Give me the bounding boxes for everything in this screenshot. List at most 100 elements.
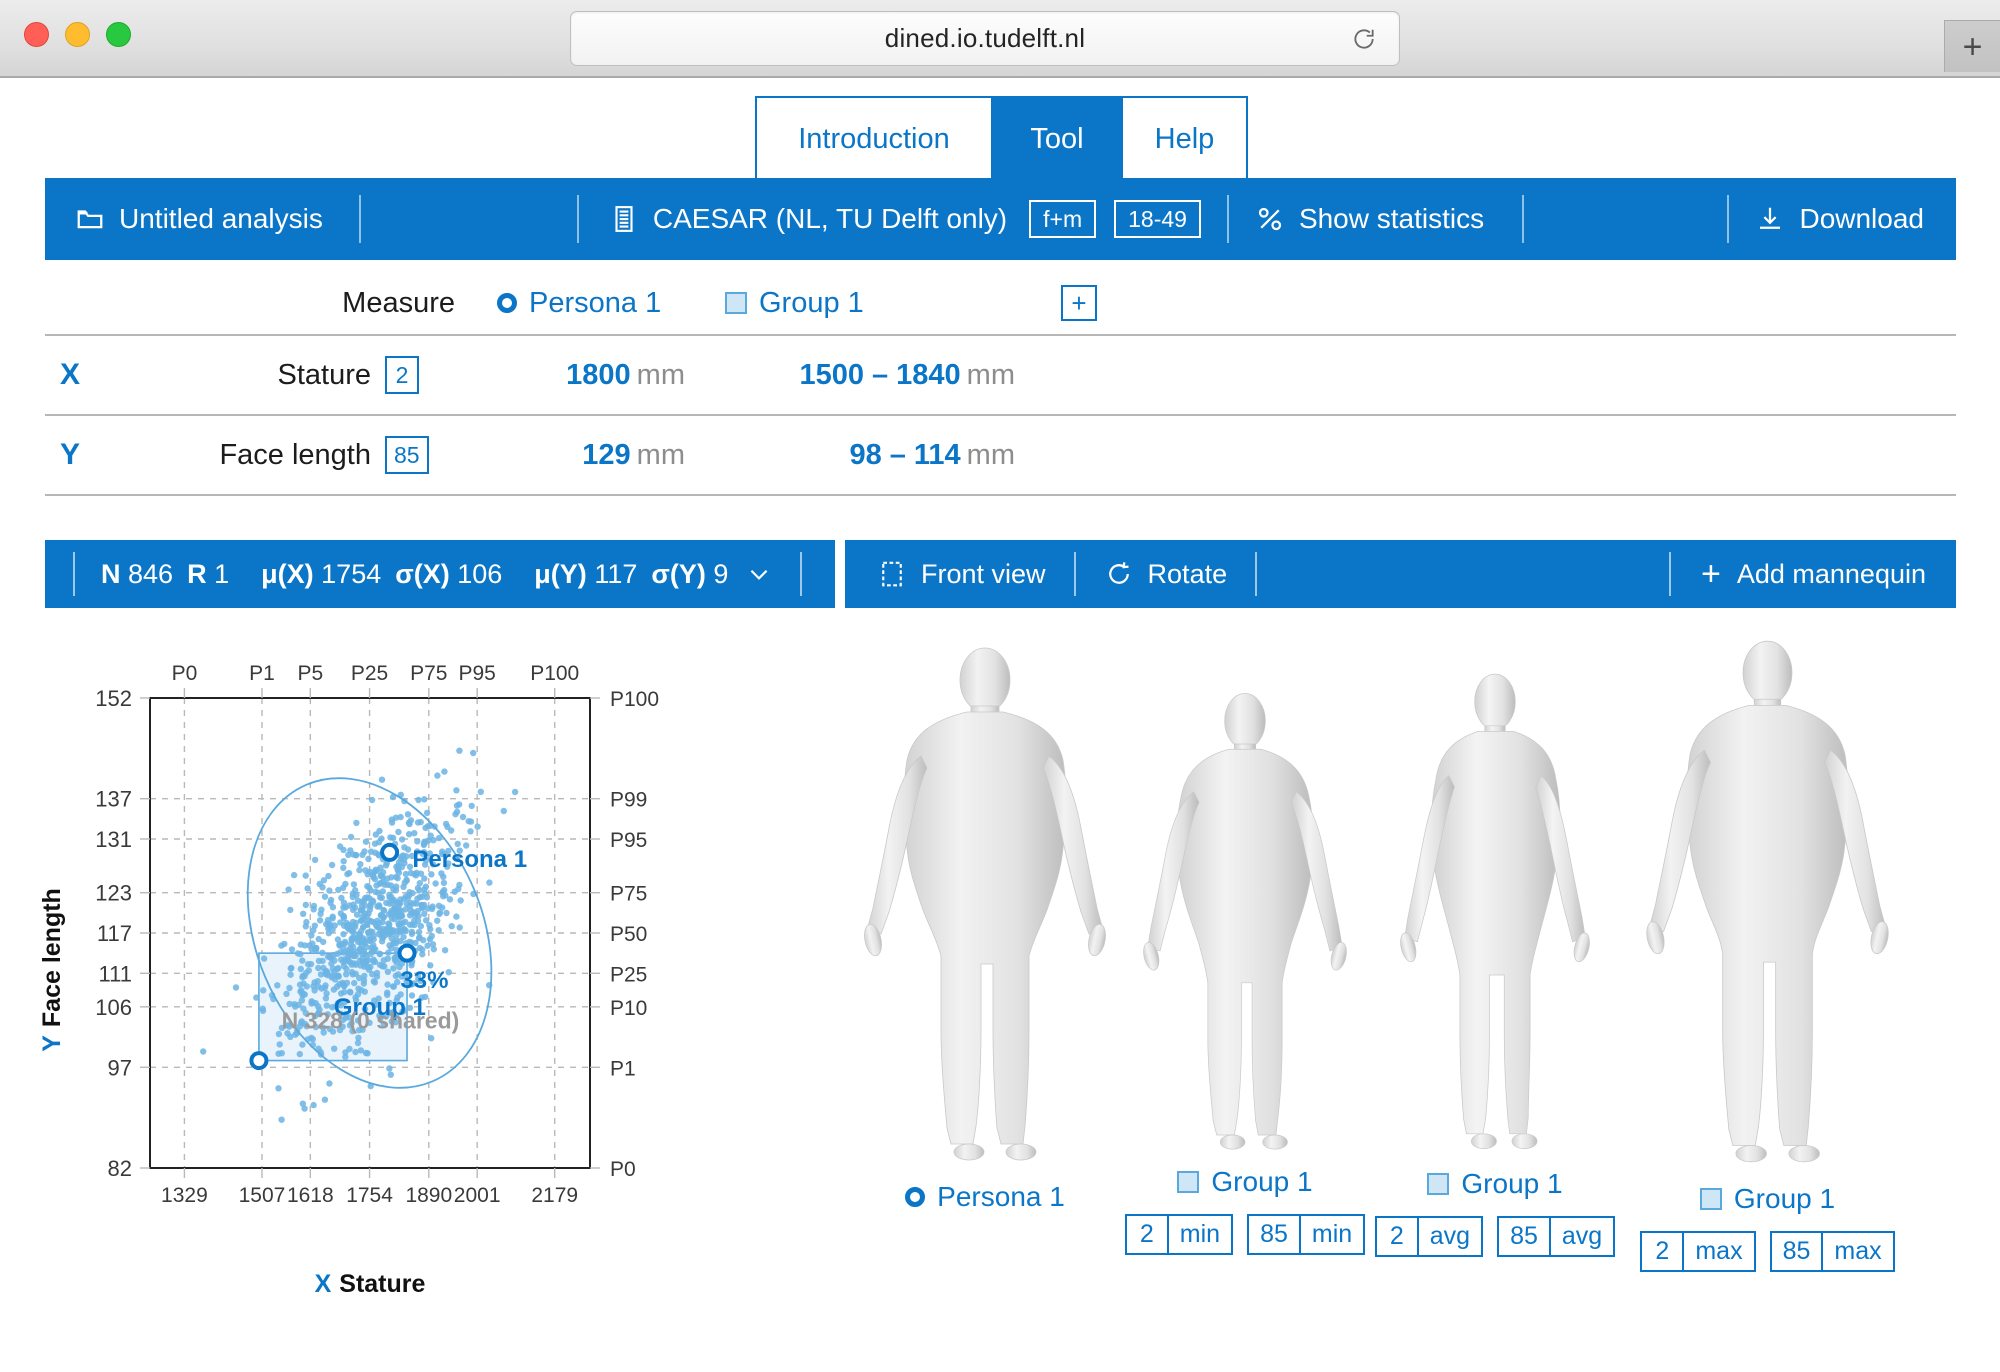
age-filter-label: 18-49 <box>1128 205 1187 232</box>
persona-marker-icon <box>905 1187 926 1207</box>
persona-value-face-length[interactable]: 129 mm <box>455 439 695 472</box>
statistics-bar: N 846 R 1 μ(X) 1754 σ(X) 106 μ(Y) 117 σ(… <box>45 540 835 608</box>
badge-measure-2-max[interactable]: 2 max <box>1640 1231 1756 1272</box>
tab-introduction-label: Introduction <box>798 122 950 155</box>
new-tab-button[interactable]: + <box>1944 20 2000 72</box>
measure-table-header: Measure Persona 1 Group 1 + <box>45 272 1956 334</box>
tab-help-label: Help <box>1154 122 1215 155</box>
badge-stat: avg <box>1561 1222 1603 1250</box>
mannequin-label: Group 1 <box>1733 1183 1836 1214</box>
group-face-max: 114 <box>913 438 961 471</box>
measure-code-stature[interactable]: 2 <box>385 356 455 394</box>
tab-help[interactable]: Help <box>1121 96 1248 180</box>
minimize-window-button[interactable] <box>65 22 90 47</box>
badge-measure-85-max[interactable]: 85 max <box>1769 1231 1895 1272</box>
stat-sd-y: σ(Y) 9 <box>651 559 728 590</box>
measure-name-stature: Stature <box>277 358 372 391</box>
svg-text:P95: P95 <box>610 829 647 852</box>
stat-mu-y-value: 117 <box>594 558 638 589</box>
svg-text:P1: P1 <box>610 1057 636 1080</box>
svg-text:P25: P25 <box>351 662 388 685</box>
badge-measure-85-avg[interactable]: 85 avg <box>1497 1216 1616 1257</box>
badge-code: 2 <box>1377 1218 1419 1255</box>
mannequin-persona-1[interactable]: Persona 1 <box>855 640 1115 1213</box>
app-toolbar: Untitled analysis CAESAR (NL, TU Delft o… <box>45 178 1956 260</box>
range-dash: – <box>872 358 889 391</box>
svg-text:P5: P5 <box>297 662 323 685</box>
maximize-window-button[interactable] <box>106 22 131 47</box>
mannequin-caption: Group 1 <box>1635 1183 1900 1215</box>
mannequin-group-1-min[interactable]: Group 1 2 min 85 min <box>1124 685 1366 1255</box>
toolbar-divider <box>1226 195 1229 243</box>
group-stature-min: 1500 <box>799 358 865 391</box>
browser-chrome: dined.io.tudelft.nl + <box>0 0 2000 78</box>
front-view-icon <box>877 559 907 589</box>
analysis-name-button[interactable]: Untitled analysis <box>75 203 323 235</box>
svg-text:P1: P1 <box>249 662 275 685</box>
percent-icon <box>1255 204 1285 234</box>
badge-measure-2-avg[interactable]: 2 avg <box>1374 1216 1484 1257</box>
group-marker-icon <box>1699 1188 1722 1210</box>
stat-mu-x-value: 1754 <box>321 558 382 589</box>
badge-stat: min <box>1311 1220 1353 1248</box>
dataset-icon <box>609 204 639 234</box>
svg-text:P25: P25 <box>610 963 647 986</box>
tab-tool[interactable]: Tool <box>993 96 1121 180</box>
show-statistics-button[interactable]: Show statistics <box>1255 203 1484 235</box>
measure-panel: Measure Persona 1 Group 1 + X Stature 2 … <box>45 272 1956 496</box>
badge-code: 85 <box>1249 1216 1301 1253</box>
rotate-button[interactable]: Rotate <box>1104 559 1227 590</box>
gender-filter-badge[interactable]: f+m <box>1029 199 1097 239</box>
mannequin-label: Group 1 <box>1461 1168 1563 1199</box>
folder-icon <box>75 204 105 234</box>
chevron-down-icon[interactable] <box>746 561 772 587</box>
group-range-stature[interactable]: 1500–1840 mm <box>695 359 1025 392</box>
address-bar[interactable]: dined.io.tudelft.nl <box>570 11 1400 66</box>
add-mannequin-button[interactable]: + Add mannequin <box>1701 557 1926 591</box>
group-stature-max: 1840 <box>896 358 961 391</box>
mannequin-group-1-avg[interactable]: Group 1 2 avg 85 avg <box>1374 662 1616 1257</box>
svg-text:82: 82 <box>108 1156 132 1181</box>
group-marker-icon <box>1427 1173 1450 1195</box>
download-label: Download <box>1799 203 1924 234</box>
group-column-header[interactable]: Group 1 <box>695 287 1025 320</box>
group-face-min: 98 <box>849 438 882 471</box>
toolbar-divider <box>1522 195 1525 243</box>
url-text: dined.io.tudelft.nl <box>884 23 1086 53</box>
dataset-selector[interactable]: CAESAR (NL, TU Delft only) <box>609 203 1007 235</box>
stat-mu-x-label: μ(X) <box>261 558 314 589</box>
measure-code-value: 85 <box>385 436 429 474</box>
persona-column-header[interactable]: Persona 1 <box>455 287 695 320</box>
stat-mu-y-label: μ(Y) <box>534 558 587 589</box>
group-stature-unit: mm <box>966 358 1015 391</box>
front-view-button[interactable]: Front view <box>877 559 1046 590</box>
group-range-face-length[interactable]: 98–114 mm <box>695 439 1025 472</box>
scatter-plot[interactable]: P0 1329 P1 1507 P5 1618 P25 1754 P75 1890 P95 2001 P… <box>30 640 820 1320</box>
persona-value-stature[interactable]: 1800 mm <box>455 359 695 392</box>
badge-measure-85-min[interactable]: 85 min <box>1247 1214 1366 1255</box>
mannequin-group-1-max[interactable]: Group 1 2 max 85 max <box>1635 632 1900 1272</box>
mannequin-label: Persona 1 <box>937 1181 1065 1212</box>
toolbar-divider <box>1727 195 1730 243</box>
toolbar-divider <box>358 195 361 243</box>
tab-introduction[interactable]: Introduction <box>755 96 993 180</box>
mannequin-figure <box>1400 673 1590 1149</box>
mannequin-viewport[interactable]: Persona 1 Group 1 2 min 85 min Group 1 2… <box>845 640 1956 1340</box>
badge-code: 2 <box>1642 1233 1685 1270</box>
plus-icon: + <box>1061 285 1097 321</box>
age-filter-badge[interactable]: 18-49 <box>1114 199 1201 239</box>
close-window-button[interactable] <box>24 22 49 47</box>
measure-code-face-length[interactable]: 85 <box>385 436 455 474</box>
stat-sd-y-label: σ(Y) <box>651 558 706 589</box>
mannequin-caption: Group 1 <box>1375 1168 1615 1200</box>
add-column-button[interactable]: + <box>1025 285 1145 321</box>
download-button[interactable]: Download <box>1755 203 1924 235</box>
badge-measure-2-min[interactable]: 2 min <box>1124 1214 1234 1255</box>
mannequin-figure <box>1143 693 1347 1150</box>
window-controls[interactable] <box>24 22 131 47</box>
stat-n-value: 846 <box>128 558 174 589</box>
stat-r-value: 1 <box>214 558 230 589</box>
svg-text:N 328 (0 shared): N 328 (0 shared) <box>282 1007 460 1033</box>
badge-stat: min <box>1179 1220 1221 1248</box>
reload-icon[interactable] <box>1351 26 1377 52</box>
